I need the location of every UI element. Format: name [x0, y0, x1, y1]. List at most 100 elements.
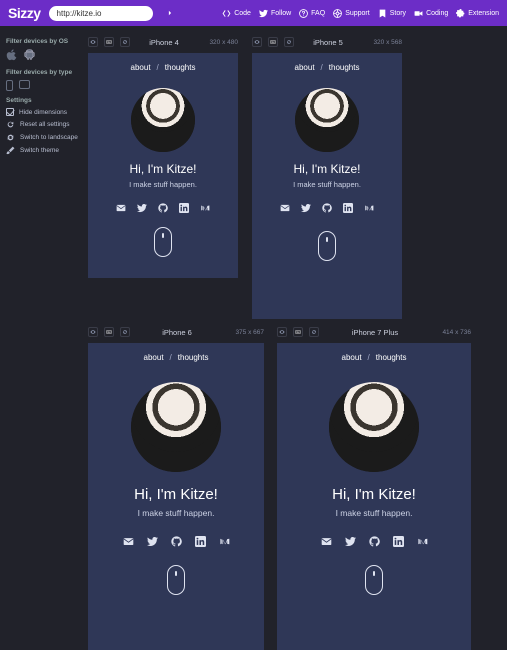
medium-icon[interactable]: [200, 203, 210, 213]
checkbox-icon: [6, 108, 14, 116]
device-viewport[interactable]: about/thoughts Hi, I'm Kitze! I make stu…: [88, 343, 264, 650]
device-viewport[interactable]: about/thoughts Hi, I'm Kitze! I make stu…: [252, 53, 402, 319]
link-story[interactable]: Story: [378, 9, 406, 18]
device-canvas: iPhone 4 320 x 480 about/thoughts Hi, I'…: [84, 26, 507, 650]
link-follow[interactable]: Follow: [259, 9, 291, 18]
twitter-icon[interactable]: [345, 536, 356, 547]
toggle-keyboard-button[interactable]: [293, 327, 303, 337]
rotate-button[interactable]: [309, 327, 319, 337]
hello-text: Hi, I'm Kitze!: [88, 162, 238, 176]
github-icon[interactable]: [322, 203, 332, 213]
twitter-icon[interactable]: [137, 203, 147, 213]
go-button[interactable]: [167, 8, 173, 18]
hello-text: Hi, I'm Kitze!: [277, 486, 471, 503]
rotate-button[interactable]: [284, 37, 294, 47]
brand-logo: Sizzy: [8, 5, 41, 21]
medium-icon[interactable]: [417, 536, 428, 547]
rotate-button[interactable]: [120, 37, 130, 47]
link-code[interactable]: Code: [222, 9, 251, 18]
scroll-indicator: [365, 565, 383, 595]
nav-about[interactable]: about: [144, 353, 164, 362]
device-viewport[interactable]: about/thoughts Hi, I'm Kitze! I make stu…: [88, 53, 238, 278]
linkedin-icon[interactable]: [393, 536, 404, 547]
phone-icon[interactable]: [6, 80, 13, 91]
device-iphone7plus: iPhone 7 Plus 414 x 736 about/thoughts H…: [277, 324, 471, 650]
linkedin-icon[interactable]: [179, 203, 189, 213]
keyboard-icon: [106, 329, 112, 335]
twitter-icon[interactable]: [147, 536, 158, 547]
puzzle-icon: [456, 9, 465, 18]
device-name: iPhone 5: [300, 38, 356, 47]
toggle-visible-button[interactable]: [88, 327, 98, 337]
device-name: iPhone 7 Plus: [325, 328, 425, 337]
toggle-visible-button[interactable]: [252, 37, 262, 47]
toggle-visible-button[interactable]: [277, 327, 287, 337]
url-input[interactable]: [57, 9, 167, 18]
filter-type-title: Filter devices by type: [6, 69, 78, 76]
device-dimensions: 375 x 667: [224, 329, 264, 336]
nav-thoughts[interactable]: thoughts: [165, 63, 196, 72]
scroll-indicator: [154, 227, 172, 257]
url-bar[interactable]: [49, 6, 153, 21]
eye-icon: [90, 329, 96, 335]
twitter-icon[interactable]: [301, 203, 311, 213]
avatar: [295, 88, 359, 152]
avatar: [131, 88, 195, 152]
mail-icon[interactable]: [280, 203, 290, 213]
keyboard-icon: [295, 329, 301, 335]
medium-icon[interactable]: [364, 203, 374, 213]
android-icon[interactable]: [24, 49, 35, 63]
nav-about[interactable]: about: [342, 353, 362, 362]
nav-thoughts[interactable]: thoughts: [178, 353, 209, 362]
link-support[interactable]: Support: [333, 9, 370, 18]
rotate-button[interactable]: [120, 327, 130, 337]
rotate-icon: [122, 329, 128, 335]
scroll-indicator: [318, 231, 336, 261]
rotate-icon: [286, 39, 292, 45]
setting-reset-all[interactable]: Reset all settings: [6, 120, 78, 129]
link-extension[interactable]: Extension: [456, 9, 499, 18]
github-icon[interactable]: [369, 536, 380, 547]
nav-thoughts[interactable]: thoughts: [329, 63, 360, 72]
bookmark-icon: [378, 9, 387, 18]
link-coding[interactable]: Coding: [414, 9, 448, 18]
github-icon[interactable]: [158, 203, 168, 213]
toggle-keyboard-button[interactable]: [104, 327, 114, 337]
rotate-icon: [122, 39, 128, 45]
linkedin-icon[interactable]: [195, 536, 206, 547]
filter-os-title: Filter devices by OS: [6, 38, 78, 45]
nav-thoughts[interactable]: thoughts: [376, 353, 407, 362]
mail-icon[interactable]: [116, 203, 126, 213]
medium-icon[interactable]: [219, 536, 230, 547]
hello-text: Hi, I'm Kitze!: [252, 162, 402, 176]
nav-about[interactable]: about: [131, 63, 151, 72]
setting-hide-dimensions[interactable]: Hide dimensions: [6, 108, 78, 116]
nav-about[interactable]: about: [295, 63, 315, 72]
eye-icon: [254, 39, 260, 45]
keyboard-icon: [270, 39, 276, 45]
linkedin-icon[interactable]: [343, 203, 353, 213]
device-iphone4: iPhone 4 320 x 480 about/thoughts Hi, I'…: [88, 34, 238, 278]
github-icon[interactable]: [171, 536, 182, 547]
setting-switch-landscape[interactable]: Switch to landscape: [6, 133, 78, 142]
device-dimensions: 414 x 736: [431, 329, 471, 336]
mail-icon[interactable]: [123, 536, 134, 547]
link-faq[interactable]: FAQ: [299, 9, 325, 18]
device-viewport[interactable]: about/thoughts Hi, I'm Kitze! I make stu…: [277, 343, 471, 650]
apple-icon[interactable]: [6, 49, 18, 63]
setting-switch-theme[interactable]: Switch theme: [6, 146, 78, 155]
device-name: iPhone 4: [136, 38, 192, 47]
scroll-indicator: [167, 565, 185, 595]
question-icon: [299, 9, 308, 18]
rotate-icon: [6, 133, 15, 142]
device-iphone5: iPhone 5 320 x 568 about/thoughts Hi, I'…: [252, 34, 402, 319]
social-row: [88, 536, 264, 547]
toggle-keyboard-button[interactable]: [268, 37, 278, 47]
rotate-icon: [311, 329, 317, 335]
eye-icon: [279, 329, 285, 335]
toggle-keyboard-button[interactable]: [104, 37, 114, 47]
toggle-visible-button[interactable]: [88, 37, 98, 47]
tablet-icon[interactable]: [19, 80, 30, 89]
mail-icon[interactable]: [321, 536, 332, 547]
device-dimensions: 320 x 480: [198, 39, 238, 46]
